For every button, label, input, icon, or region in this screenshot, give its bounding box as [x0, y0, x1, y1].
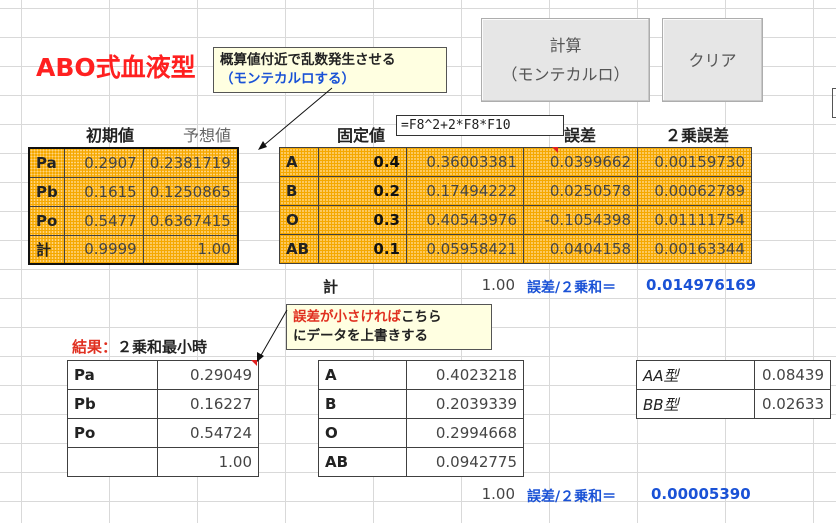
- comment-arrows: [257, 87, 333, 362]
- arrow-to-result-cell: [259, 309, 288, 358]
- arrow-to-predicted-header: [262, 87, 333, 147]
- arrow-head-predicted: [258, 141, 267, 150]
- arrow-head-result: [257, 352, 264, 362]
